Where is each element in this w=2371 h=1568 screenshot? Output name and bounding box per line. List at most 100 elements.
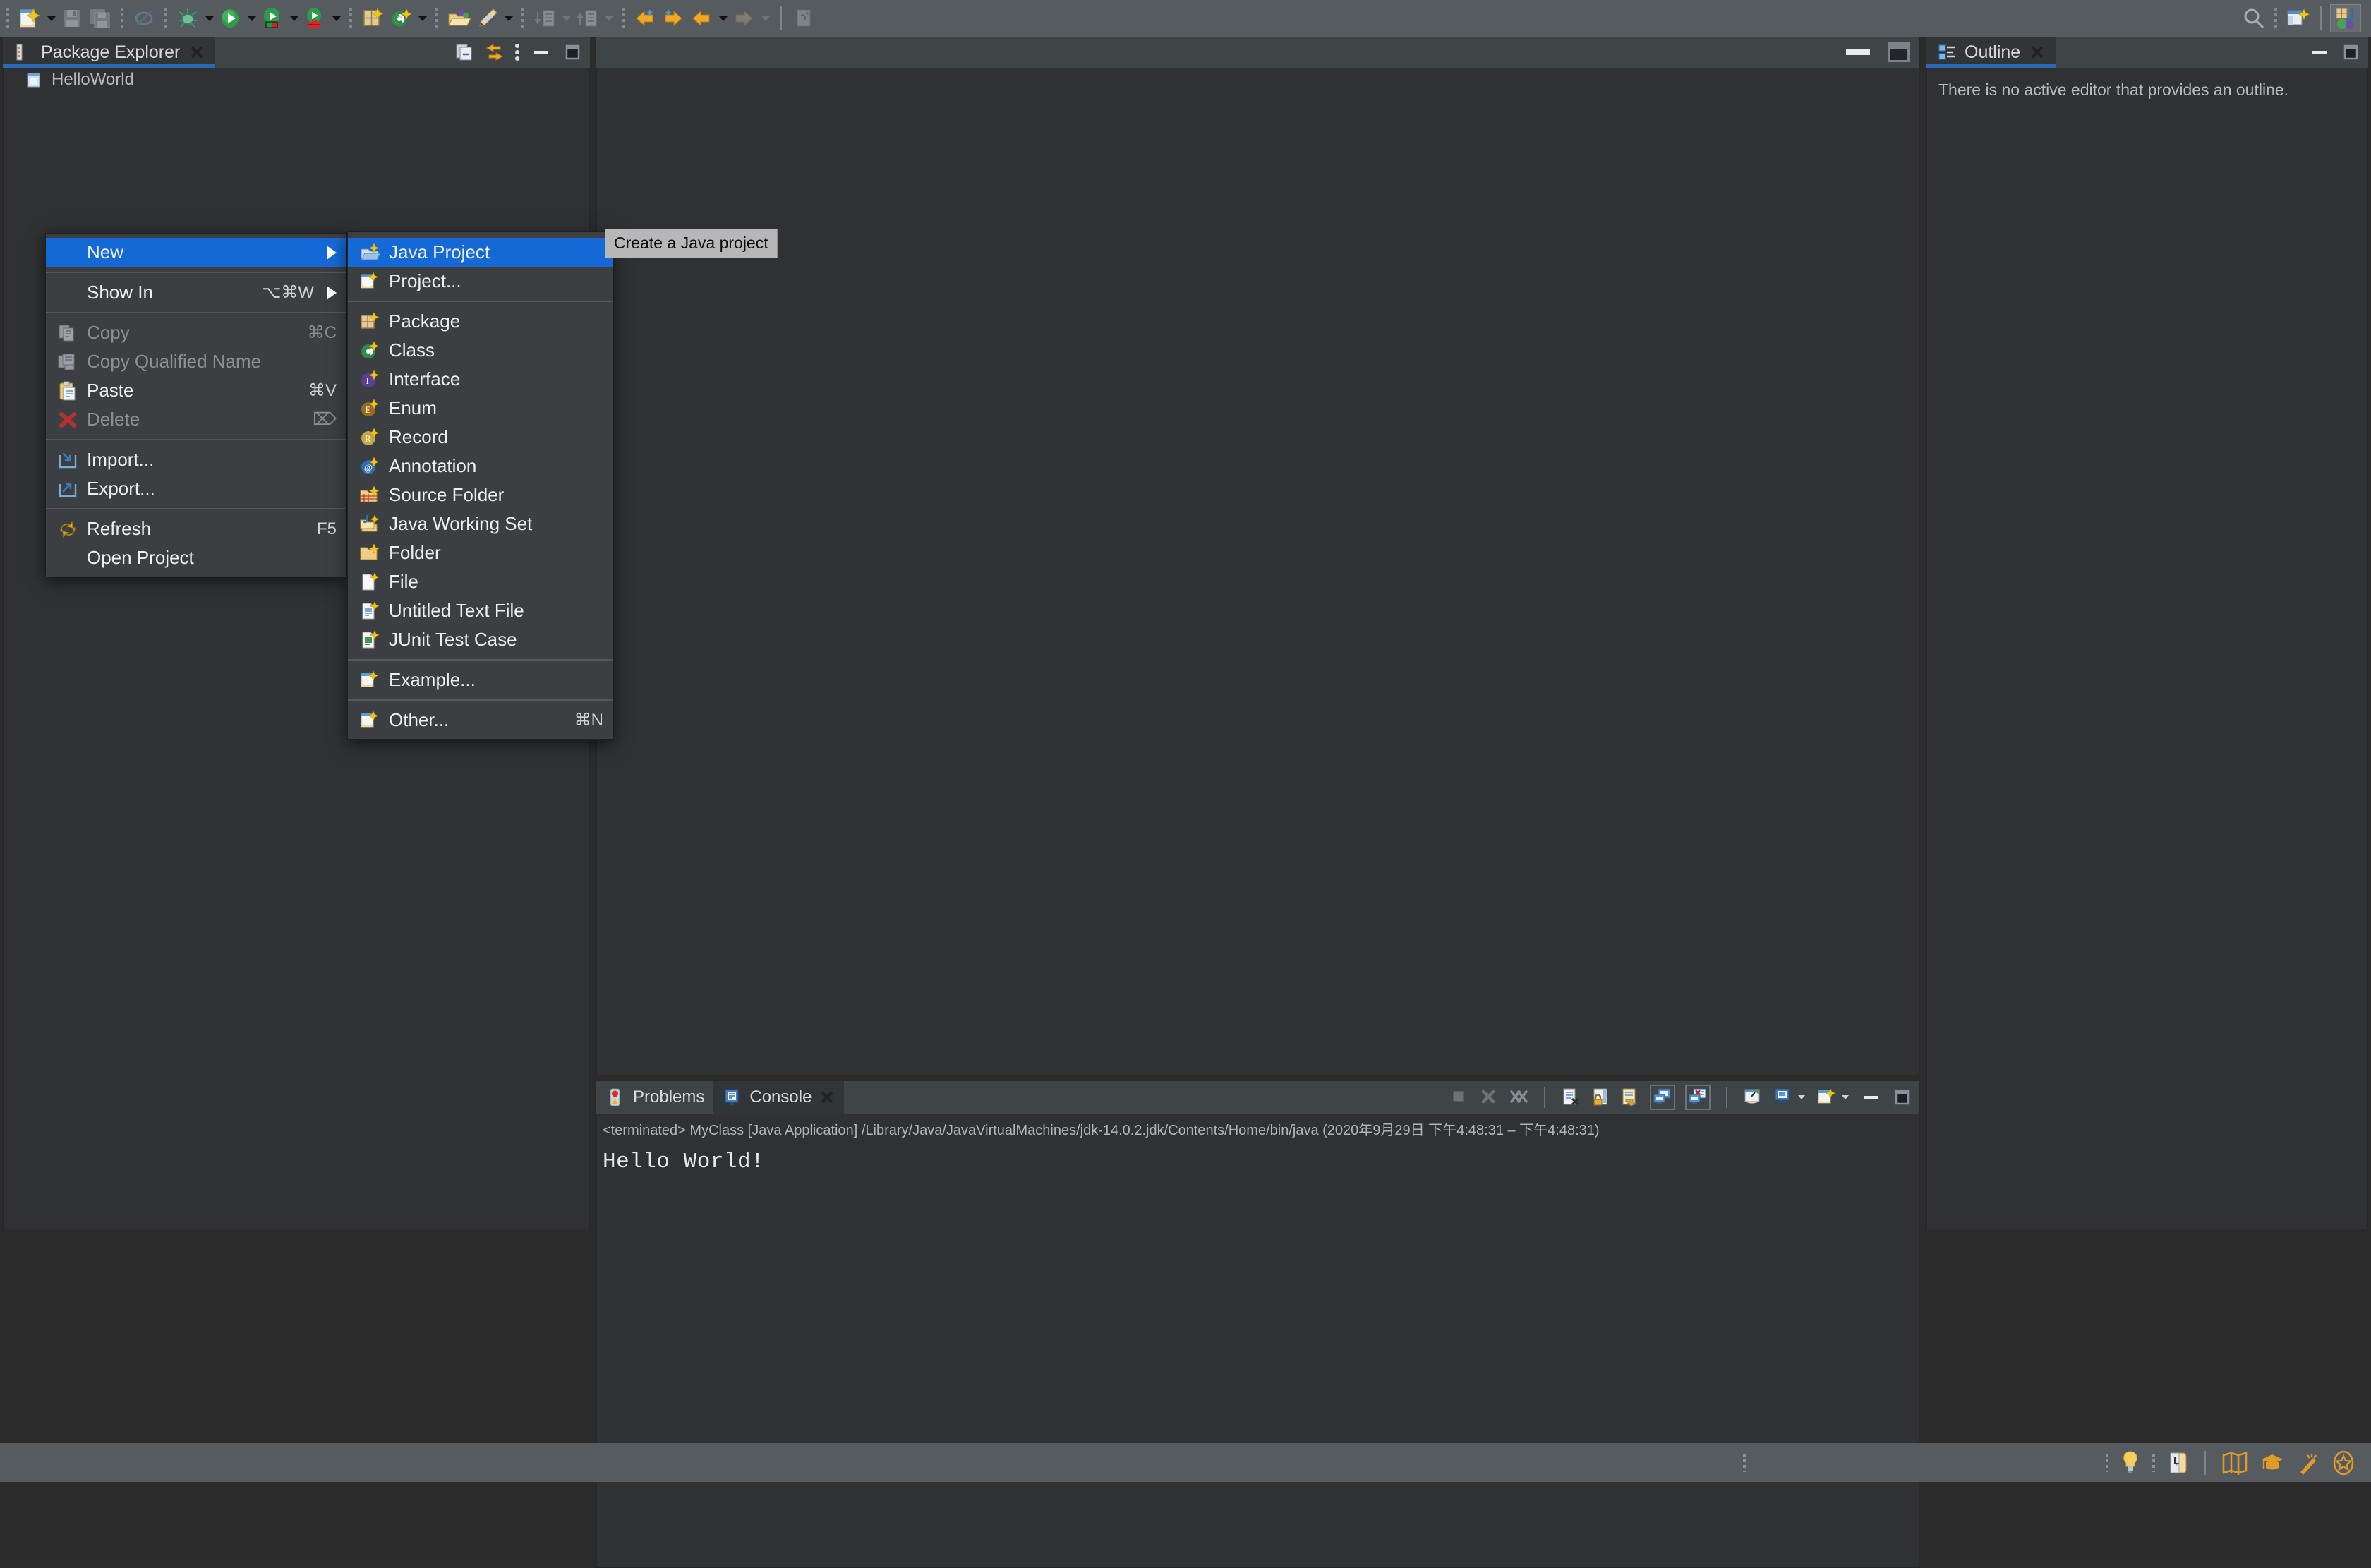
menu-item-other[interactable]: Other... ⌘N xyxy=(348,706,613,735)
tab-problems[interactable]: Problems xyxy=(596,1081,713,1114)
back-button[interactable] xyxy=(632,3,658,34)
map-icon[interactable] xyxy=(2221,1451,2248,1475)
editor-canvas[interactable] xyxy=(596,68,1919,1075)
menu-item-show-in[interactable]: Show In ⌥⌘W xyxy=(46,278,346,307)
tree-item-helloworld[interactable]: HelloWorld xyxy=(4,68,589,92)
external-tools-dropdown-arrow[interactable] xyxy=(332,16,341,21)
display-selected-console-icon[interactable] xyxy=(1773,1087,1792,1107)
remove-all-launches-icon[interactable] xyxy=(1509,1087,1528,1107)
close-icon[interactable] xyxy=(819,1089,835,1106)
status-drag-handle[interactable] xyxy=(1743,1453,1746,1472)
save-button[interactable] xyxy=(59,3,85,34)
pin-console-icon[interactable] xyxy=(1743,1087,1763,1107)
tab-package-explorer[interactable]: Package Explorer xyxy=(3,37,216,68)
status-drag-handle[interactable] xyxy=(2152,1453,2155,1472)
open-console-dropdown-arrow[interactable] xyxy=(1842,1095,1849,1099)
minimize-icon[interactable] xyxy=(1860,1087,1881,1107)
new-submenu[interactable]: Java Project Project... Package Class I … xyxy=(347,231,614,740)
menu-item-new[interactable]: New xyxy=(46,238,346,267)
minimize-icon[interactable] xyxy=(1846,49,1870,55)
menu-item-project[interactable]: Project... xyxy=(348,267,613,296)
open-type-button[interactable] xyxy=(445,3,472,34)
console-body[interactable]: <terminated> MyClass [Java Application] … xyxy=(596,1114,1919,1568)
tab-console[interactable]: Console xyxy=(713,1081,845,1114)
pencil-dropdown-arrow[interactable] xyxy=(505,16,513,21)
minimize-icon[interactable] xyxy=(531,42,552,62)
new-class-dropdown-arrow[interactable] xyxy=(418,16,427,21)
external-tools-button[interactable] xyxy=(301,3,328,34)
word-wrap-icon[interactable] xyxy=(1620,1087,1640,1107)
debug-dropdown-arrow[interactable] xyxy=(205,16,214,21)
magic-wand-icon[interactable] xyxy=(2296,1451,2320,1475)
maximize-icon[interactable] xyxy=(1888,42,1910,62)
open-perspective-button[interactable] xyxy=(2284,3,2311,34)
new-wizard-dropdown-arrow[interactable] xyxy=(47,16,56,21)
menu-item-label: Java Working Set xyxy=(389,513,533,534)
new-package-button[interactable] xyxy=(359,3,386,34)
maximize-icon[interactable] xyxy=(2340,42,2361,62)
menu-item-java-project[interactable]: Java Project xyxy=(348,238,613,267)
menu-item-record[interactable]: R Record xyxy=(348,423,613,452)
search-button[interactable] xyxy=(2240,3,2267,34)
save-all-button[interactable] xyxy=(87,3,114,34)
menu-item-file[interactable]: File xyxy=(348,567,613,596)
graduation-cap-icon[interactable] xyxy=(2260,1451,2285,1475)
menu-item-open-project[interactable]: Open Project xyxy=(46,543,346,572)
menu-item-java-working-set[interactable]: Java Working Set xyxy=(348,509,613,538)
menu-item-label: Project... xyxy=(389,270,461,291)
status-drag-handle[interactable] xyxy=(2106,1453,2108,1472)
prev-annotation-dropdown-arrow[interactable] xyxy=(562,16,571,21)
debug-button[interactable] xyxy=(174,3,201,34)
collapse-all-icon[interactable] xyxy=(454,42,474,62)
tip-of-the-day-icon[interactable] xyxy=(2120,1450,2141,1476)
run-button[interactable] xyxy=(217,3,243,34)
menu-item-package[interactable]: Package xyxy=(348,307,613,336)
new-wizard-button[interactable] xyxy=(16,3,43,34)
maximize-icon[interactable] xyxy=(562,42,583,62)
view-menu-icon[interactable] xyxy=(514,42,521,62)
show-console-on-error-button[interactable] xyxy=(1685,1085,1711,1110)
next-annotation-dropdown-arrow[interactable] xyxy=(605,16,613,21)
forward-button[interactable] xyxy=(660,3,687,34)
context-menu[interactable]: New Show In ⌥⌘W Copy ⌘C Copy Qualified Name… xyxy=(45,233,347,577)
close-icon[interactable] xyxy=(188,44,205,61)
java-perspective-button[interactable] xyxy=(2330,4,2361,32)
menu-item-annotation[interactable]: @ Annotation xyxy=(348,452,613,481)
display-selected-console-dropdown-arrow[interactable] xyxy=(1798,1095,1805,1099)
terminate-icon[interactable] xyxy=(1449,1087,1469,1107)
menu-item-interface[interactable]: I Interface xyxy=(348,365,613,394)
new-class-button[interactable]: C xyxy=(387,3,414,34)
menu-item-junit-test-case[interactable]: JUnit Test Case xyxy=(348,625,613,654)
menu-item-class[interactable]: Class xyxy=(348,336,613,365)
menu-item-export[interactable]: Export... xyxy=(46,474,346,503)
toolbar-overflow-icon[interactable] xyxy=(2274,8,2277,29)
close-icon[interactable] xyxy=(2029,44,2046,61)
last-edit-location-button[interactable] xyxy=(688,3,715,34)
run-dropdown-arrow[interactable] xyxy=(248,16,256,21)
menu-item-enum[interactable]: E Enum xyxy=(348,394,613,423)
menu-item-refresh[interactable]: Refresh F5 xyxy=(46,514,346,543)
next-edit-dropdown-arrow[interactable] xyxy=(761,16,770,21)
lock-scroll-icon[interactable] xyxy=(1591,1087,1610,1107)
forward-arrow-icon xyxy=(661,6,685,30)
menu-item-untitled-text-file[interactable]: Untitled Text File xyxy=(348,596,613,625)
star-badge-icon[interactable] xyxy=(2331,1450,2355,1476)
last-edit-dropdown-arrow[interactable] xyxy=(719,16,728,21)
tab-outline[interactable]: Outline xyxy=(1926,37,2056,68)
remove-launch-icon[interactable] xyxy=(1479,1087,1499,1107)
coverage-button[interactable] xyxy=(259,3,286,34)
pencil-button[interactable] xyxy=(473,3,500,34)
menu-item-folder[interactable]: Folder xyxy=(348,538,613,567)
menu-item-example[interactable]: Example... xyxy=(348,665,613,694)
menu-item-paste[interactable]: Paste ⌘V xyxy=(46,376,346,405)
clear-console-icon[interactable] xyxy=(1561,1087,1581,1107)
show-console-on-output-button[interactable] xyxy=(1650,1085,1675,1110)
menu-item-source-folder[interactable]: Source Folder xyxy=(348,481,613,509)
menu-item-import[interactable]: Import... xyxy=(46,445,346,474)
maximize-icon[interactable] xyxy=(1891,1087,1912,1107)
open-console-icon[interactable] xyxy=(1816,1087,1836,1107)
keyboard-shortcut-icon[interactable] xyxy=(2166,1450,2189,1476)
minimize-icon[interactable] xyxy=(2309,42,2330,62)
link-with-editor-icon[interactable] xyxy=(484,42,504,62)
coverage-dropdown-arrow[interactable] xyxy=(290,16,298,21)
